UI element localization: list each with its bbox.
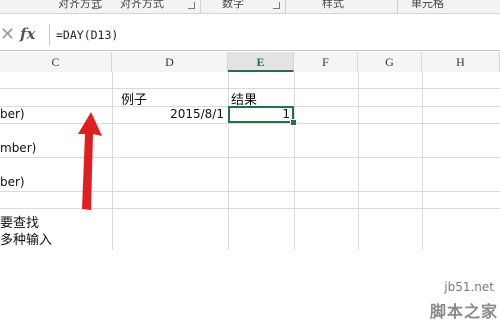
alignment-dialog-launcher-icon[interactable] [92,2,99,9]
cell-c20-fragment[interactable]: 多种输入 [0,229,52,248]
cell-c15-fragment[interactable]: mber) [0,141,36,155]
column-header-g[interactable]: G [358,52,422,72]
watermark-domain: jb51.net [444,280,494,294]
ribbon-separator [200,0,201,13]
ribbon-group-label-cells[interactable]: 单元格 [411,0,444,11]
cell-d12[interactable]: 例子 [121,89,147,108]
cell-c17-fragment[interactable]: ber) [0,175,25,189]
fill-handle[interactable] [290,119,297,126]
formula-bar: ✕ fx =DAY(D13) [0,20,500,51]
cancel-icon[interactable]: ✕ [0,26,15,44]
formula-input[interactable]: =DAY(D13) [49,24,500,46]
gridline [228,72,229,250]
column-header-h[interactable]: H [422,52,500,72]
gridline [112,72,113,250]
worksheet-grid[interactable]: ber) mber) ber) 要查找 多种输入 例子 结果 2015/8/1 … [0,72,500,321]
active-cell-border[interactable] [228,106,294,123]
ribbon-group-label-alignment-text[interactable]: 对齐方式 [120,0,164,11]
ribbon-separator [397,0,398,13]
column-header-d[interactable]: D [112,52,228,72]
number-dialog-launcher-icon[interactable] [273,2,280,9]
ribbon-separator [285,0,286,13]
ribbon-strip: 对齐方式 对齐方式 数字 样式 单元格 [0,0,500,14]
ribbon-group-label-number[interactable]: 数字 [222,0,244,11]
column-header-e[interactable]: E [228,52,294,72]
watermark-name: 脚本之家 [429,302,498,321]
alignment-launcher-icon[interactable] [188,2,195,9]
column-header-row: C D E F G H [0,52,500,73]
ribbon-group-label-styles[interactable]: 样式 [322,0,344,11]
cell-c13-fragment[interactable]: ber) [0,107,25,121]
column-header-c[interactable]: C [0,52,112,72]
cell-d13[interactable]: 2015/8/1 [112,107,224,121]
annotation-arrow-icon [78,112,102,210]
insert-function-icon[interactable]: fx [20,25,35,43]
gridline [294,72,295,250]
watermark: jb51.net 脚本之家 [410,280,500,322]
gridline [358,72,359,250]
column-header-f[interactable]: F [294,52,358,72]
gridline [422,72,423,250]
